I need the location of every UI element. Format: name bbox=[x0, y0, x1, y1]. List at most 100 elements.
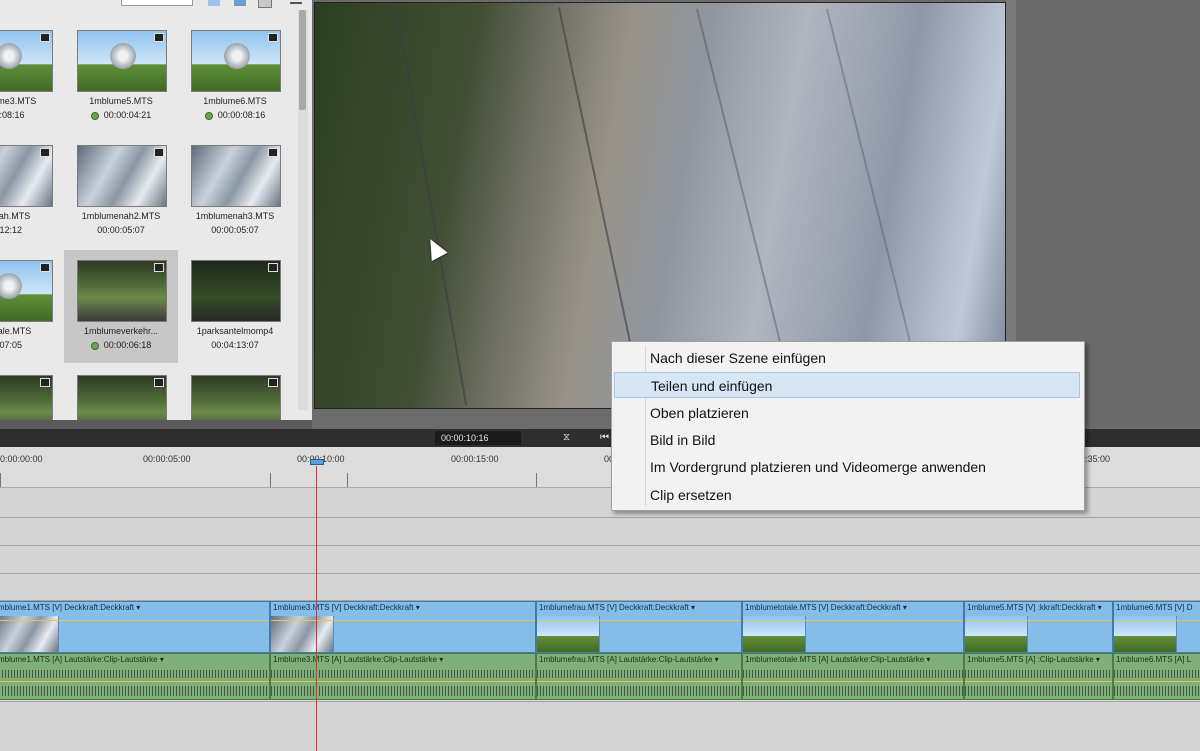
context-menu-item[interactable]: Clip ersetzen bbox=[614, 482, 1080, 508]
audio-waveform bbox=[1114, 686, 1200, 696]
clip-name: 1mblume5.MTS bbox=[89, 96, 153, 106]
volume-rubberband[interactable] bbox=[743, 681, 963, 682]
ruler-time-label: :35:00 bbox=[1085, 454, 1111, 464]
volume-rubberband[interactable] bbox=[965, 681, 1112, 682]
film-icon bbox=[154, 33, 164, 42]
opacity-rubberband[interactable] bbox=[965, 620, 1112, 621]
clip-item[interactable]: nenah.MTS 0:12:12 bbox=[0, 135, 64, 248]
clip-thumbnail bbox=[0, 260, 53, 322]
clip-thumbnail bbox=[0, 145, 53, 207]
flower-sculpture-image bbox=[0, 41, 24, 71]
clip-name: 1parksantelmomp4 bbox=[196, 326, 274, 336]
clip-item[interactable]: etotale.MTS 0:07:05 bbox=[0, 250, 64, 363]
opacity-rubberband[interactable] bbox=[271, 620, 535, 621]
clip-thumbnail bbox=[77, 260, 167, 322]
ruler-tick bbox=[0, 473, 1, 487]
opacity-rubberband[interactable] bbox=[743, 620, 963, 621]
view-icon[interactable] bbox=[208, 0, 220, 6]
audio-clip[interactable]: 1mblumefrau.MTS [A] Lautstärke:Clip-Laut… bbox=[536, 653, 742, 700]
opacity-rubberband[interactable] bbox=[537, 620, 741, 621]
clip-item[interactable] bbox=[64, 365, 178, 420]
video-clip[interactable]: 1mblume6.MTS [V] D bbox=[1113, 601, 1200, 653]
video-clip[interactable]: 1mblume5.MTS [V] :kkraft:Deckkraft ▾ bbox=[964, 601, 1113, 653]
audio-waveform bbox=[1114, 670, 1200, 678]
audio-clip-label: 1mblume5.MTS [A] :Clip-Lautstärke ▾ bbox=[967, 655, 1100, 664]
clip-item[interactable]: 1mblume5.MTS 00:00:04:21 bbox=[64, 20, 178, 133]
film-icon bbox=[154, 148, 164, 157]
film-icon bbox=[40, 33, 50, 42]
audio-clip[interactable]: 1mblumetotale.MTS [A] Lautstärke:Clip-La… bbox=[742, 653, 964, 700]
film-icon bbox=[268, 148, 278, 157]
playhead-line[interactable] bbox=[316, 466, 317, 751]
volume-rubberband[interactable] bbox=[1114, 681, 1200, 682]
clip-thumbnail bbox=[77, 30, 167, 92]
audio-waveform bbox=[743, 686, 963, 696]
audio-waveform bbox=[965, 670, 1112, 678]
clip-duration-text: 00:00:06:18 bbox=[103, 340, 152, 350]
current-time-indicator[interactable] bbox=[310, 459, 324, 465]
current-timecode[interactable]: 00:00:10:16 bbox=[435, 431, 521, 445]
video-clip-label: 1mblume3.MTS [V] Deckkraft:Deckkraft ▾ bbox=[273, 603, 420, 612]
clip-thumbnail bbox=[191, 260, 281, 322]
clip-item[interactable]: 1mblumenah2.MTS 00:00:05:07 bbox=[64, 135, 178, 248]
volume-rubberband[interactable] bbox=[271, 681, 535, 682]
audio-waveform bbox=[965, 686, 1112, 696]
audio-waveform bbox=[271, 670, 535, 678]
clip-item[interactable]: 1mblumeverkehr... 00:00:06:18 bbox=[64, 250, 178, 363]
clip-duration-text: 00:00:08:16 bbox=[217, 110, 266, 120]
opacity-rubberband[interactable] bbox=[1114, 620, 1200, 621]
audio-waveform bbox=[0, 686, 269, 696]
panel-menu-icon[interactable] bbox=[290, 2, 302, 4]
context-menu-item[interactable]: Nach dieser Szene einfügen bbox=[614, 345, 1080, 371]
flower-sculpture-image bbox=[0, 271, 24, 301]
audio-clip-label: 1mblume3.MTS [A] Lautstärke:Clip-Lautstä… bbox=[273, 655, 444, 664]
context-menu-item[interactable]: Bild in Bild bbox=[614, 427, 1080, 453]
video-clip-label: mblume1.MTS [V] Deckkraft:Deckkraft ▾ bbox=[0, 603, 141, 612]
film-icon bbox=[268, 378, 278, 387]
audio-clip[interactable]: 1mblume3.MTS [A] Lautstärke:Clip-Lautstä… bbox=[270, 653, 536, 700]
tool-icon[interactable] bbox=[258, 0, 272, 8]
clip-item[interactable]: 1parksantelmomp4 00:04:13:07 bbox=[178, 250, 292, 363]
track-divider bbox=[0, 573, 1200, 574]
audio-clip-label: 1mblumetotale.MTS [A] Lautstärke:Clip-La… bbox=[745, 655, 931, 664]
clip-item[interactable]: mblume3.MTS 00:08:16 bbox=[0, 20, 64, 133]
context-menu-item[interactable]: Teilen und einfügen bbox=[614, 372, 1080, 399]
track-divider bbox=[0, 545, 1200, 546]
film-icon bbox=[40, 378, 50, 387]
video-clip[interactable]: 1mblumetotale.MTS [V] Deckkraft:Deckkraf… bbox=[742, 601, 964, 653]
opacity-rubberband[interactable] bbox=[0, 620, 269, 621]
clip-item[interactable] bbox=[0, 365, 64, 420]
bin-scrollbar-thumb[interactable] bbox=[299, 10, 306, 110]
video-clip[interactable]: 1mblume3.MTS [V] Deckkraft:Deckkraft ▾ bbox=[270, 601, 536, 653]
go-to-start-icon[interactable]: ⏮ bbox=[600, 431, 609, 445]
clip-duration-text: 00:00:04:21 bbox=[103, 110, 152, 120]
bin-search-input[interactable] bbox=[121, 0, 193, 6]
audio-clip[interactable]: 1mblume5.MTS [A] :Clip-Lautstärke ▾ bbox=[964, 653, 1113, 700]
audio-clip[interactable]: 1mblume6.MTS [A] L bbox=[1113, 653, 1200, 700]
context-menu-item[interactable]: Im Vordergrund platzieren und Videomerge… bbox=[614, 454, 1080, 480]
video-clip[interactable]: mblume1.MTS [V] Deckkraft:Deckkraft ▾ bbox=[0, 601, 270, 653]
clip-item[interactable] bbox=[178, 365, 292, 420]
video-clip[interactable]: 1mblumefrau.MTS [V] Deckkraft:Deckkraft … bbox=[536, 601, 742, 653]
video-clip-thumbnail bbox=[0, 616, 59, 652]
clip-name: 1mblumenah2.MTS bbox=[81, 211, 161, 221]
clip-item[interactable]: 1mblumenah3.MTS 00:00:05:07 bbox=[178, 135, 292, 248]
volume-rubberband[interactable] bbox=[0, 681, 269, 682]
volume-rubberband[interactable] bbox=[537, 681, 741, 682]
clip-item[interactable]: 1mblume6.MTS 00:00:08:16 bbox=[178, 20, 292, 133]
clip-name: 1mblumenah3.MTS bbox=[195, 211, 275, 221]
clip-thumbnail bbox=[0, 30, 53, 92]
video-clip-label: 1mblumetotale.MTS [V] Deckkraft:Deckkraf… bbox=[745, 603, 907, 612]
clip-thumbnail bbox=[191, 30, 281, 92]
clip-duration: 0:12:12 bbox=[0, 225, 64, 235]
clip-thumbnail bbox=[77, 145, 167, 207]
used-in-timeline-dot-icon bbox=[90, 341, 99, 350]
trim-icon[interactable]: ⧖ bbox=[563, 431, 570, 445]
clip-duration: 00:00:05:07 bbox=[178, 225, 292, 235]
audio-clip[interactable]: mblume1.MTS [A] Lautstärke:Clip-Lautstär… bbox=[0, 653, 270, 700]
context-menu-item[interactable]: Oben platzieren bbox=[614, 400, 1080, 426]
track-divider bbox=[0, 701, 1200, 702]
bin-scrollbar[interactable] bbox=[298, 10, 308, 410]
list-view-icon[interactable] bbox=[234, 0, 246, 6]
clip-thumbnail bbox=[191, 375, 281, 420]
